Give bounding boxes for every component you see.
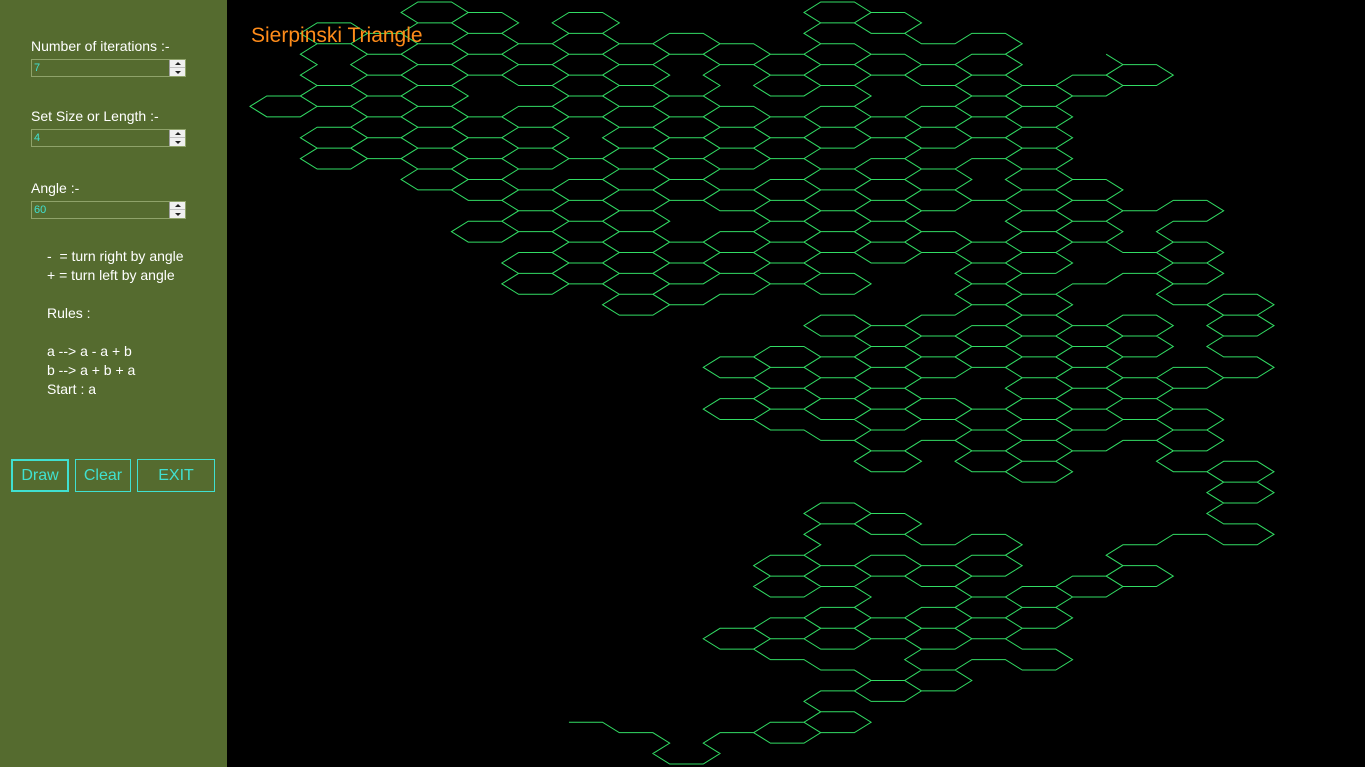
canvas-title: Sierpinski Triangle <box>251 24 423 47</box>
rule-start: Start : a <box>47 381 97 397</box>
chevron-down-icon <box>174 140 181 144</box>
angle-spin-buttons <box>169 202 185 218</box>
iterations-decrement-button[interactable] <box>170 68 185 76</box>
draw-button[interactable]: Draw <box>11 459 69 492</box>
iterations-input[interactable] <box>32 60 170 76</box>
chevron-down-icon <box>174 212 181 216</box>
clear-button[interactable]: Clear <box>75 459 131 492</box>
rules-heading: Rules : <box>47 305 91 321</box>
chevron-up-icon <box>174 62 181 65</box>
iterations-stepper[interactable] <box>31 59 186 77</box>
size-stepper[interactable] <box>31 129 186 147</box>
chevron-down-icon <box>174 70 181 74</box>
size-spin-buttons <box>169 130 185 146</box>
rule-b: b --> a + b + a <box>47 362 136 378</box>
control-panel: Number of iterations :- Set Size or Leng… <box>0 0 227 767</box>
exit-button[interactable]: EXIT <box>137 459 215 492</box>
drawing-canvas[interactable]: Sierpinski Triangle <box>227 0 1365 767</box>
chevron-up-icon <box>174 204 181 207</box>
chevron-up-icon <box>174 132 181 135</box>
size-increment-button[interactable] <box>170 130 185 138</box>
size-label: Set Size or Length :- <box>31 108 159 124</box>
iterations-label: Number of iterations :- <box>31 38 170 54</box>
angle-label: Angle :- <box>31 180 80 196</box>
iterations-increment-button[interactable] <box>170 60 185 68</box>
app-window: Number of iterations :- Set Size or Leng… <box>0 0 1365 767</box>
iterations-spin-buttons <box>169 60 185 76</box>
size-input[interactable] <box>32 130 170 146</box>
angle-input[interactable] <box>32 202 170 218</box>
legend-minus: - = turn right by angle <box>47 248 184 264</box>
angle-stepper[interactable] <box>31 201 186 219</box>
sierpinski-curve-svg <box>249 1 1275 765</box>
sierpinski-curve <box>249 1 1275 765</box>
legend-plus: + = turn left by angle <box>47 267 175 283</box>
angle-decrement-button[interactable] <box>170 210 185 218</box>
angle-increment-button[interactable] <box>170 202 185 210</box>
size-decrement-button[interactable] <box>170 138 185 146</box>
rule-a: a --> a - a + b <box>47 343 132 359</box>
